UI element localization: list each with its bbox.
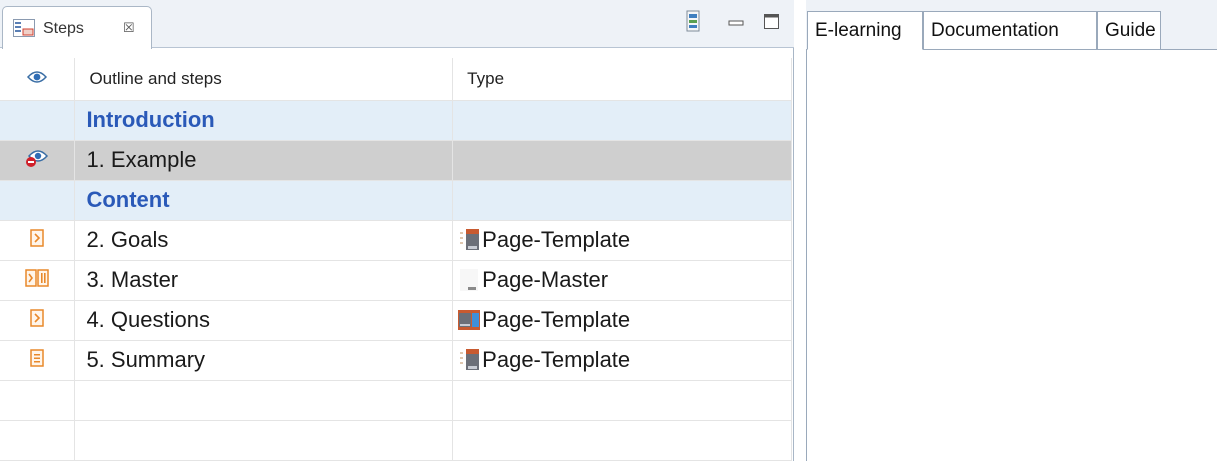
steps-view-icon <box>13 19 35 37</box>
outline-column-header[interactable]: Outline and steps <box>74 58 454 101</box>
step-page-icon <box>30 308 44 327</box>
row-icon-cell[interactable] <box>0 140 76 181</box>
empty-cell <box>74 420 454 461</box>
type-cell <box>452 180 792 221</box>
step-name: 4. Questions <box>74 300 454 341</box>
empty-row <box>0 420 792 461</box>
type-label: Page-Master <box>482 267 609 292</box>
steps-tab[interactable]: Steps ☒ <box>2 6 152 49</box>
right-tab-bar: E-learning Documentation Guide <box>806 0 1217 50</box>
view-menu-icon[interactable] <box>686 10 700 32</box>
tab-documentation[interactable]: Documentation <box>923 11 1097 50</box>
row-icon-cell <box>0 340 76 381</box>
empty-cell <box>74 380 454 421</box>
maximize-icon[interactable] <box>764 14 779 29</box>
type-cell <box>452 100 792 141</box>
tab-guide[interactable]: Guide <box>1097 11 1161 50</box>
type-cell <box>452 140 792 181</box>
type-label: Page-Template <box>482 347 631 372</box>
eye-icon <box>27 71 48 83</box>
step-name: 2. Goals <box>74 220 454 261</box>
app-window: Steps ☒ Outline and steps Type Introduct… <box>0 0 1217 461</box>
section-title: Content <box>74 180 454 221</box>
eye-hidden-icon[interactable] <box>25 147 49 169</box>
row-icon-cell <box>0 420 76 461</box>
empty-row <box>0 380 792 421</box>
step-master-icon <box>25 268 49 287</box>
step-page-icon <box>30 228 44 247</box>
row-icon-cell <box>0 380 76 421</box>
right-panel: E-learning Documentation Guide <box>806 0 1217 461</box>
step-name: 3. Master <box>74 260 454 301</box>
type-column-header[interactable]: Type <box>452 58 792 101</box>
step-name: 5. Summary <box>74 340 454 381</box>
steps-view-header: Steps ☒ <box>0 0 794 49</box>
steps-table: Outline and steps Type Introduction 1. E… <box>0 58 792 461</box>
questions-thumb-icon <box>458 310 481 330</box>
type-cell: Page-Template <box>452 340 792 381</box>
right-panel-content <box>806 50 1217 461</box>
minimize-icon[interactable] <box>728 14 744 26</box>
step-row-questions[interactable]: 4. Questions Page-Template <box>0 300 792 341</box>
step-name: 1. Example <box>74 140 454 181</box>
row-icon-cell <box>0 260 76 301</box>
row-icon-cell <box>0 300 76 341</box>
steps-tab-label: Steps <box>43 20 84 37</box>
section-title: Introduction <box>74 100 454 141</box>
table-header-row: Outline and steps Type <box>0 58 792 101</box>
type-label: Page-Template <box>482 227 631 252</box>
steps-view: Steps ☒ Outline and steps Type Introduct… <box>0 0 794 461</box>
tab-e-learning[interactable]: E-learning <box>807 11 923 50</box>
template-thumb-icon <box>458 228 481 252</box>
template-thumb-icon <box>458 348 481 372</box>
type-cell: Page-Master <box>452 260 792 301</box>
visibility-column-header[interactable] <box>0 58 76 101</box>
type-label: Page-Template <box>482 307 631 332</box>
step-row-goals[interactable]: 2. Goals Page-Template <box>0 220 792 261</box>
type-cell: Page-Template <box>452 220 792 261</box>
section-row-content[interactable]: Content <box>0 180 792 221</box>
close-icon[interactable]: ☒ <box>123 20 135 36</box>
row-icon-cell <box>0 220 76 261</box>
empty-cell <box>452 420 792 461</box>
step-row-example[interactable]: 1. Example <box>0 140 792 181</box>
step-summary-icon <box>30 348 44 367</box>
type-cell: Page-Template <box>452 300 792 341</box>
master-thumb-icon <box>460 269 479 291</box>
section-row-introduction[interactable]: Introduction <box>0 100 792 141</box>
step-row-master[interactable]: 3. Master Page-Master <box>0 260 792 301</box>
step-row-summary[interactable]: 5. Summary Page-Template <box>0 340 792 381</box>
row-icon-cell <box>0 100 76 141</box>
empty-cell <box>452 380 792 421</box>
row-icon-cell <box>0 180 76 221</box>
